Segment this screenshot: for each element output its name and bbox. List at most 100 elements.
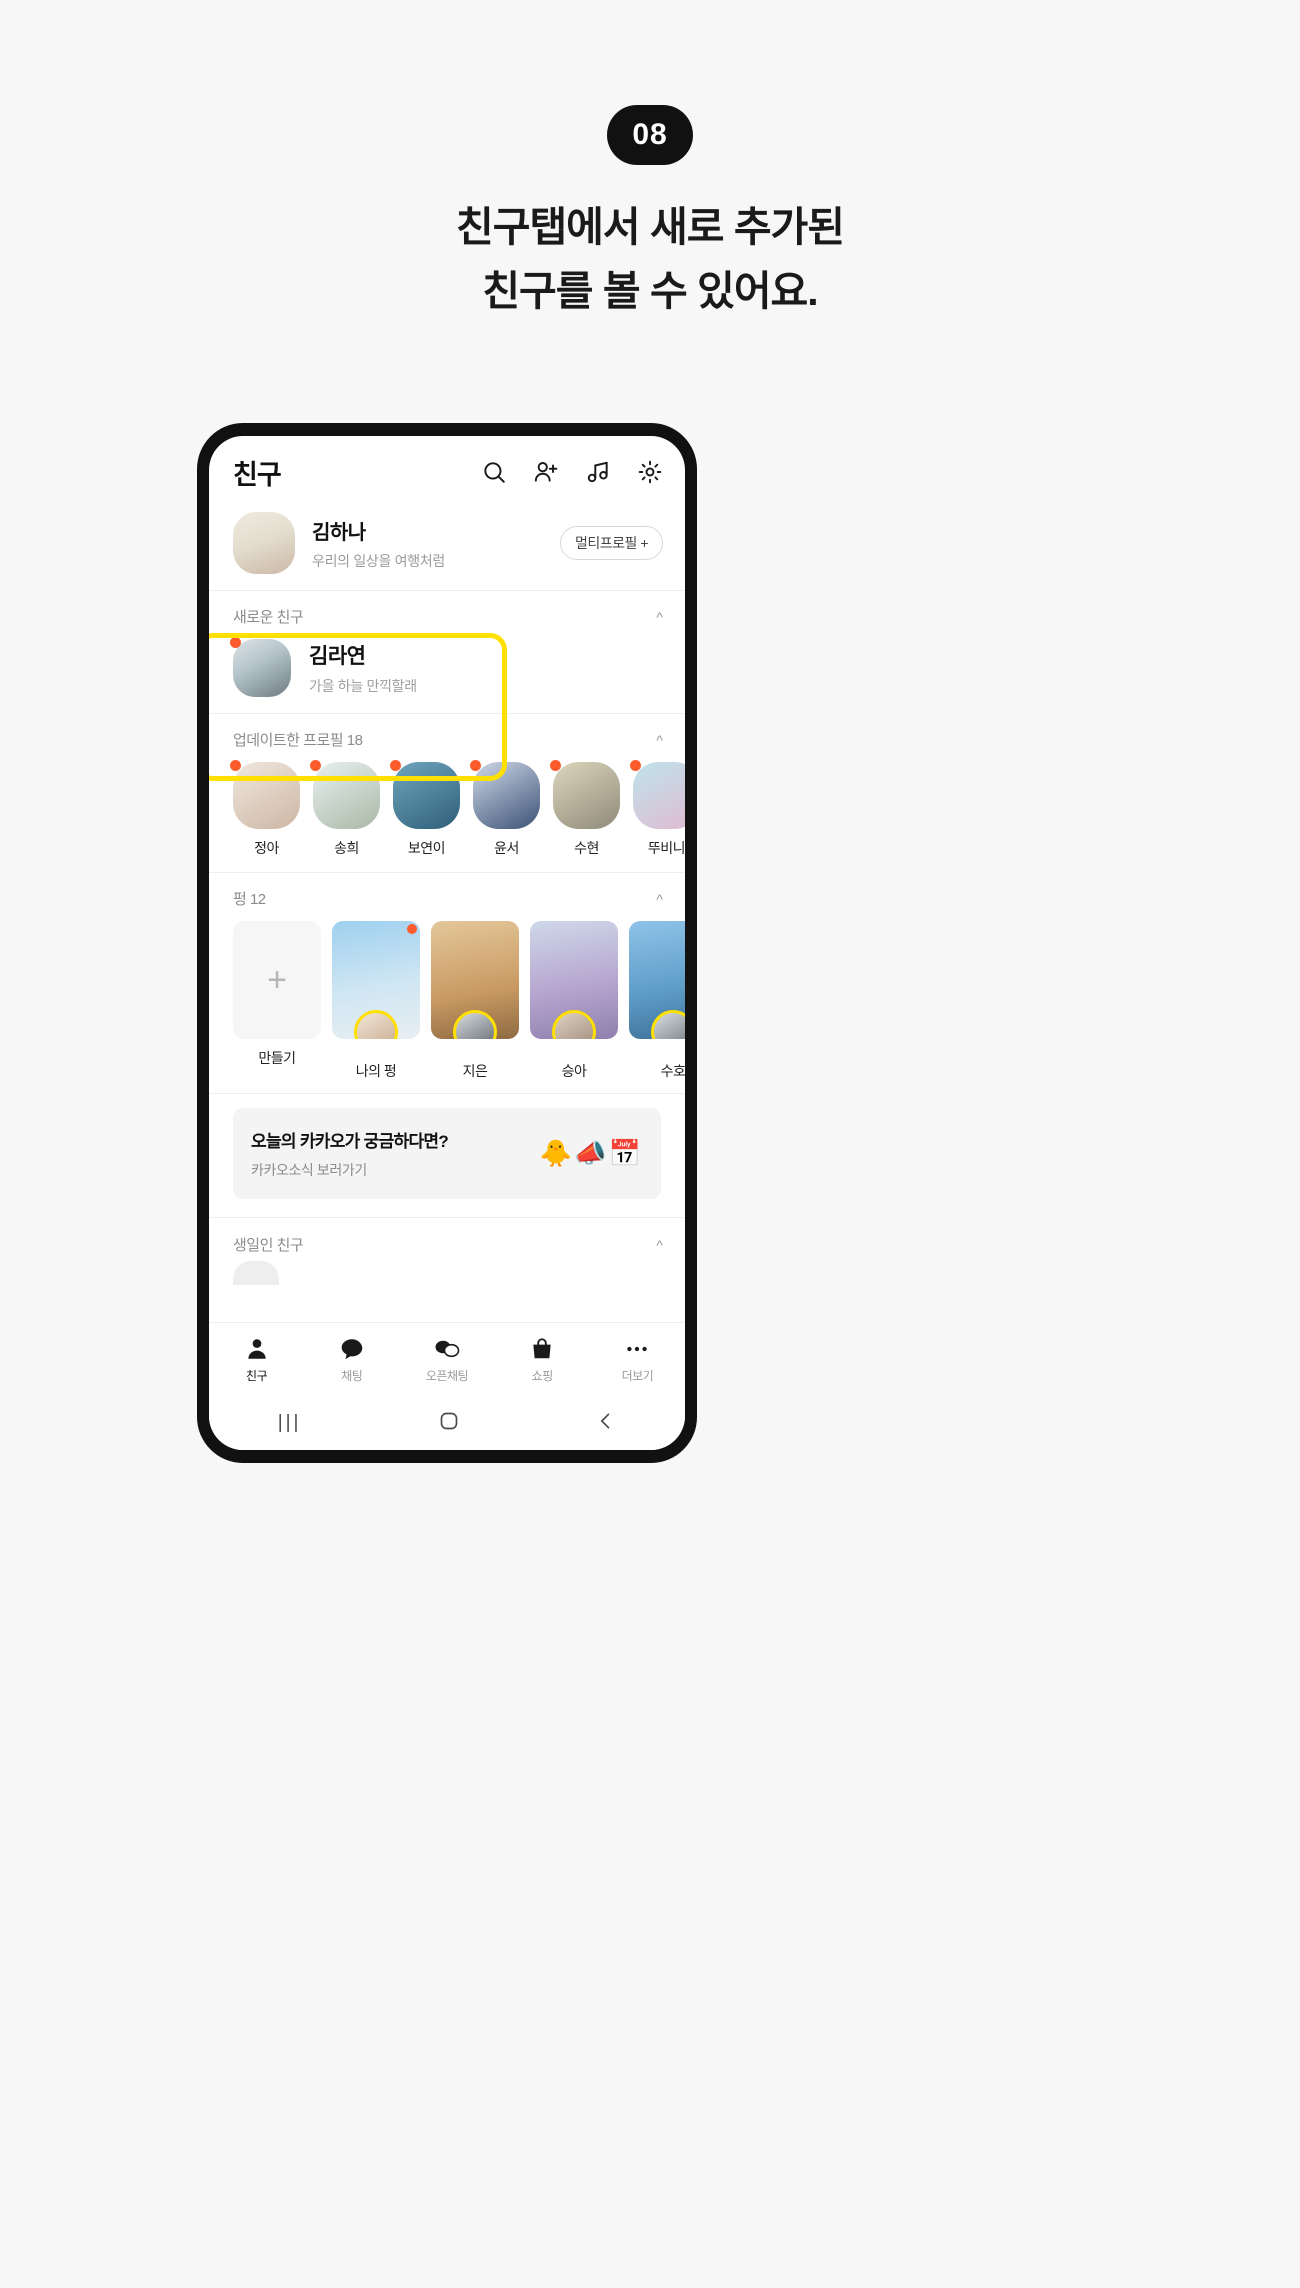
list-item-label: 정아 xyxy=(254,840,279,856)
settings-icon[interactable] xyxy=(637,459,663,485)
avatar[interactable] xyxy=(313,762,380,829)
news-banner[interactable]: 오늘의 카카오가 궁금하다면? 카카오소식 보러가기 🐥📣📅 xyxy=(233,1108,661,1199)
promo-headline: 친구탭에서 새로 추가된 친구를 볼 수 있어요. xyxy=(0,196,1300,323)
step-number-badge: 08 xyxy=(607,105,693,165)
avatar xyxy=(651,1010,685,1039)
new-badge-dot xyxy=(390,760,401,771)
page-title: 친구 xyxy=(233,459,282,490)
list-item[interactable]: 송희 xyxy=(310,760,380,858)
peong-thumbnail[interactable] xyxy=(332,921,420,1039)
updated-profiles-strip[interactable]: 정아 송희 보연이 윤서 수현 뚜비니 xyxy=(209,760,685,872)
new-badge-dot xyxy=(230,760,241,771)
avatar[interactable] xyxy=(233,1261,279,1285)
music-icon[interactable] xyxy=(585,459,611,485)
peong-section-title: 펑 12 xyxy=(233,891,266,908)
news-banner-subtitle: 카카오소식 보러가기 xyxy=(251,1162,367,1178)
divider xyxy=(209,1093,685,1094)
news-banner-title: 오늘의 카카오가 궁금하다면? xyxy=(251,1132,449,1151)
list-item-label: 만들기 xyxy=(258,1050,296,1066)
nav-item-chats[interactable]: 채팅 xyxy=(304,1336,399,1384)
list-item-label: 수현 xyxy=(574,840,599,856)
plus-icon[interactable]: + xyxy=(233,921,321,1039)
avatar[interactable] xyxy=(233,762,300,829)
list-item-label: 나의 펑 xyxy=(355,1063,397,1079)
updated-profiles-section-header[interactable]: 업데이트한 프로필 18 ^ xyxy=(209,714,685,760)
header-icon-group xyxy=(481,459,663,485)
peong-section-header[interactable]: 펑 12 ^ xyxy=(209,873,685,919)
phone-mockup: 친구 김하나 우리의 일상을 여행처럼 멀티프로필 + 새로운 친구 ^ 김라연… xyxy=(197,423,697,1463)
news-banner-text: 오늘의 카카오가 궁금하다면? 카카오소식 보러가기 xyxy=(251,1127,449,1180)
avatar xyxy=(453,1010,497,1039)
multiprofile-button[interactable]: 멀티프로필 + xyxy=(560,526,663,560)
nav-label: 쇼핑 xyxy=(531,1368,554,1383)
list-item[interactable]: 윤서 xyxy=(470,760,540,858)
headline-line-1: 친구탭에서 새로 추가된 xyxy=(456,204,845,250)
list-item[interactable]: 지은 xyxy=(431,921,519,1081)
chevron-up-icon[interactable]: ^ xyxy=(656,891,663,907)
nav-item-shopping[interactable]: 쇼핑 xyxy=(495,1336,590,1384)
my-profile-status: 우리의 일상을 여행처럼 xyxy=(312,552,445,569)
new-badge-dot xyxy=(407,924,417,934)
list-item-label: 승아 xyxy=(561,1063,587,1079)
birthday-section-title: 생일인 친구 xyxy=(233,1237,304,1254)
list-item[interactable]: 뚜비니 xyxy=(630,760,685,858)
nav-item-friends[interactable]: 친구 xyxy=(209,1336,304,1384)
peong-thumbnail[interactable] xyxy=(530,921,618,1039)
list-item-label: 윤서 xyxy=(494,840,519,856)
avatar[interactable] xyxy=(633,762,685,829)
peong-thumbnail[interactable] xyxy=(629,921,685,1039)
my-profile-name: 김하나 xyxy=(312,521,366,544)
updated-profiles-section-title: 업데이트한 프로필 18 xyxy=(233,732,363,749)
peong-thumbnail[interactable] xyxy=(431,921,519,1039)
chevron-up-icon[interactable]: ^ xyxy=(656,609,663,625)
add-friend-icon[interactable] xyxy=(533,459,559,485)
headline-line-2: 친구를 볼 수 있어요. xyxy=(482,267,818,314)
avatar[interactable] xyxy=(553,762,620,829)
list-item[interactable]: 나의 펑 xyxy=(332,921,420,1081)
new-badge-dot xyxy=(630,760,641,771)
new-friends-section-header[interactable]: 새로운 친구 ^ xyxy=(209,591,685,637)
avatar[interactable] xyxy=(393,762,460,829)
peong-strip[interactable]: + 만들기 나의 펑 지은 승아 수호 xyxy=(209,919,685,1093)
nav-item-more[interactable]: 더보기 xyxy=(590,1336,685,1384)
chevron-up-icon[interactable]: ^ xyxy=(656,1237,663,1253)
recents-icon[interactable]: ||| xyxy=(278,1412,302,1434)
news-banner-emoji-icon: 🐥📣📅 xyxy=(539,1138,643,1168)
new-badge-dot xyxy=(550,760,561,771)
home-icon[interactable] xyxy=(439,1411,459,1436)
list-item[interactable]: 승아 xyxy=(530,921,618,1081)
nav-label: 더보기 xyxy=(621,1368,654,1383)
list-item[interactable]: 수호 xyxy=(629,921,685,1081)
new-badge-dot xyxy=(310,760,321,771)
new-badge-dot xyxy=(470,760,481,771)
list-item[interactable]: 보연이 xyxy=(390,760,460,858)
avatar xyxy=(552,1010,596,1039)
nav-label: 오픈채팅 xyxy=(425,1368,469,1383)
my-profile-row[interactable]: 김하나 우리의 일상을 여행처럼 멀티프로필 + xyxy=(209,508,685,590)
back-icon[interactable] xyxy=(596,1411,616,1436)
step-number-text: 08 xyxy=(632,118,668,151)
list-item-label: 송희 xyxy=(334,840,359,856)
new-badge-dot xyxy=(230,637,241,648)
avatar xyxy=(354,1010,398,1039)
list-item[interactable]: 정아 xyxy=(230,760,300,858)
system-nav-bar: ||| xyxy=(209,1396,685,1450)
list-item[interactable]: + 만들기 xyxy=(233,921,321,1081)
list-item-label: 뚜비니 xyxy=(647,840,685,856)
nav-item-openchat[interactable]: 오픈채팅 xyxy=(399,1336,494,1384)
nav-label: 채팅 xyxy=(341,1368,363,1383)
new-friends-section-title: 새로운 친구 xyxy=(233,609,304,626)
list-item[interactable]: 수현 xyxy=(550,760,620,858)
list-item-label: 수호 xyxy=(660,1063,685,1079)
my-profile-text: 김하나 우리의 일상을 여행처럼 xyxy=(312,516,445,571)
search-icon[interactable] xyxy=(481,459,507,485)
avatar[interactable] xyxy=(233,512,295,574)
new-friend-item[interactable]: 김라연 가을 하늘 만끽할래 xyxy=(209,637,685,713)
phone-screen: 친구 김하나 우리의 일상을 여행처럼 멀티프로필 + 새로운 친구 ^ 김라연… xyxy=(209,436,685,1450)
avatar[interactable] xyxy=(473,762,540,829)
nav-label: 친구 xyxy=(246,1368,268,1383)
chevron-up-icon[interactable]: ^ xyxy=(656,732,663,748)
avatar[interactable] xyxy=(233,639,291,697)
birthday-section-header[interactable]: 생일인 친구 ^ xyxy=(209,1217,685,1261)
new-friend-status: 가을 하늘 만끽할래 xyxy=(309,678,417,694)
